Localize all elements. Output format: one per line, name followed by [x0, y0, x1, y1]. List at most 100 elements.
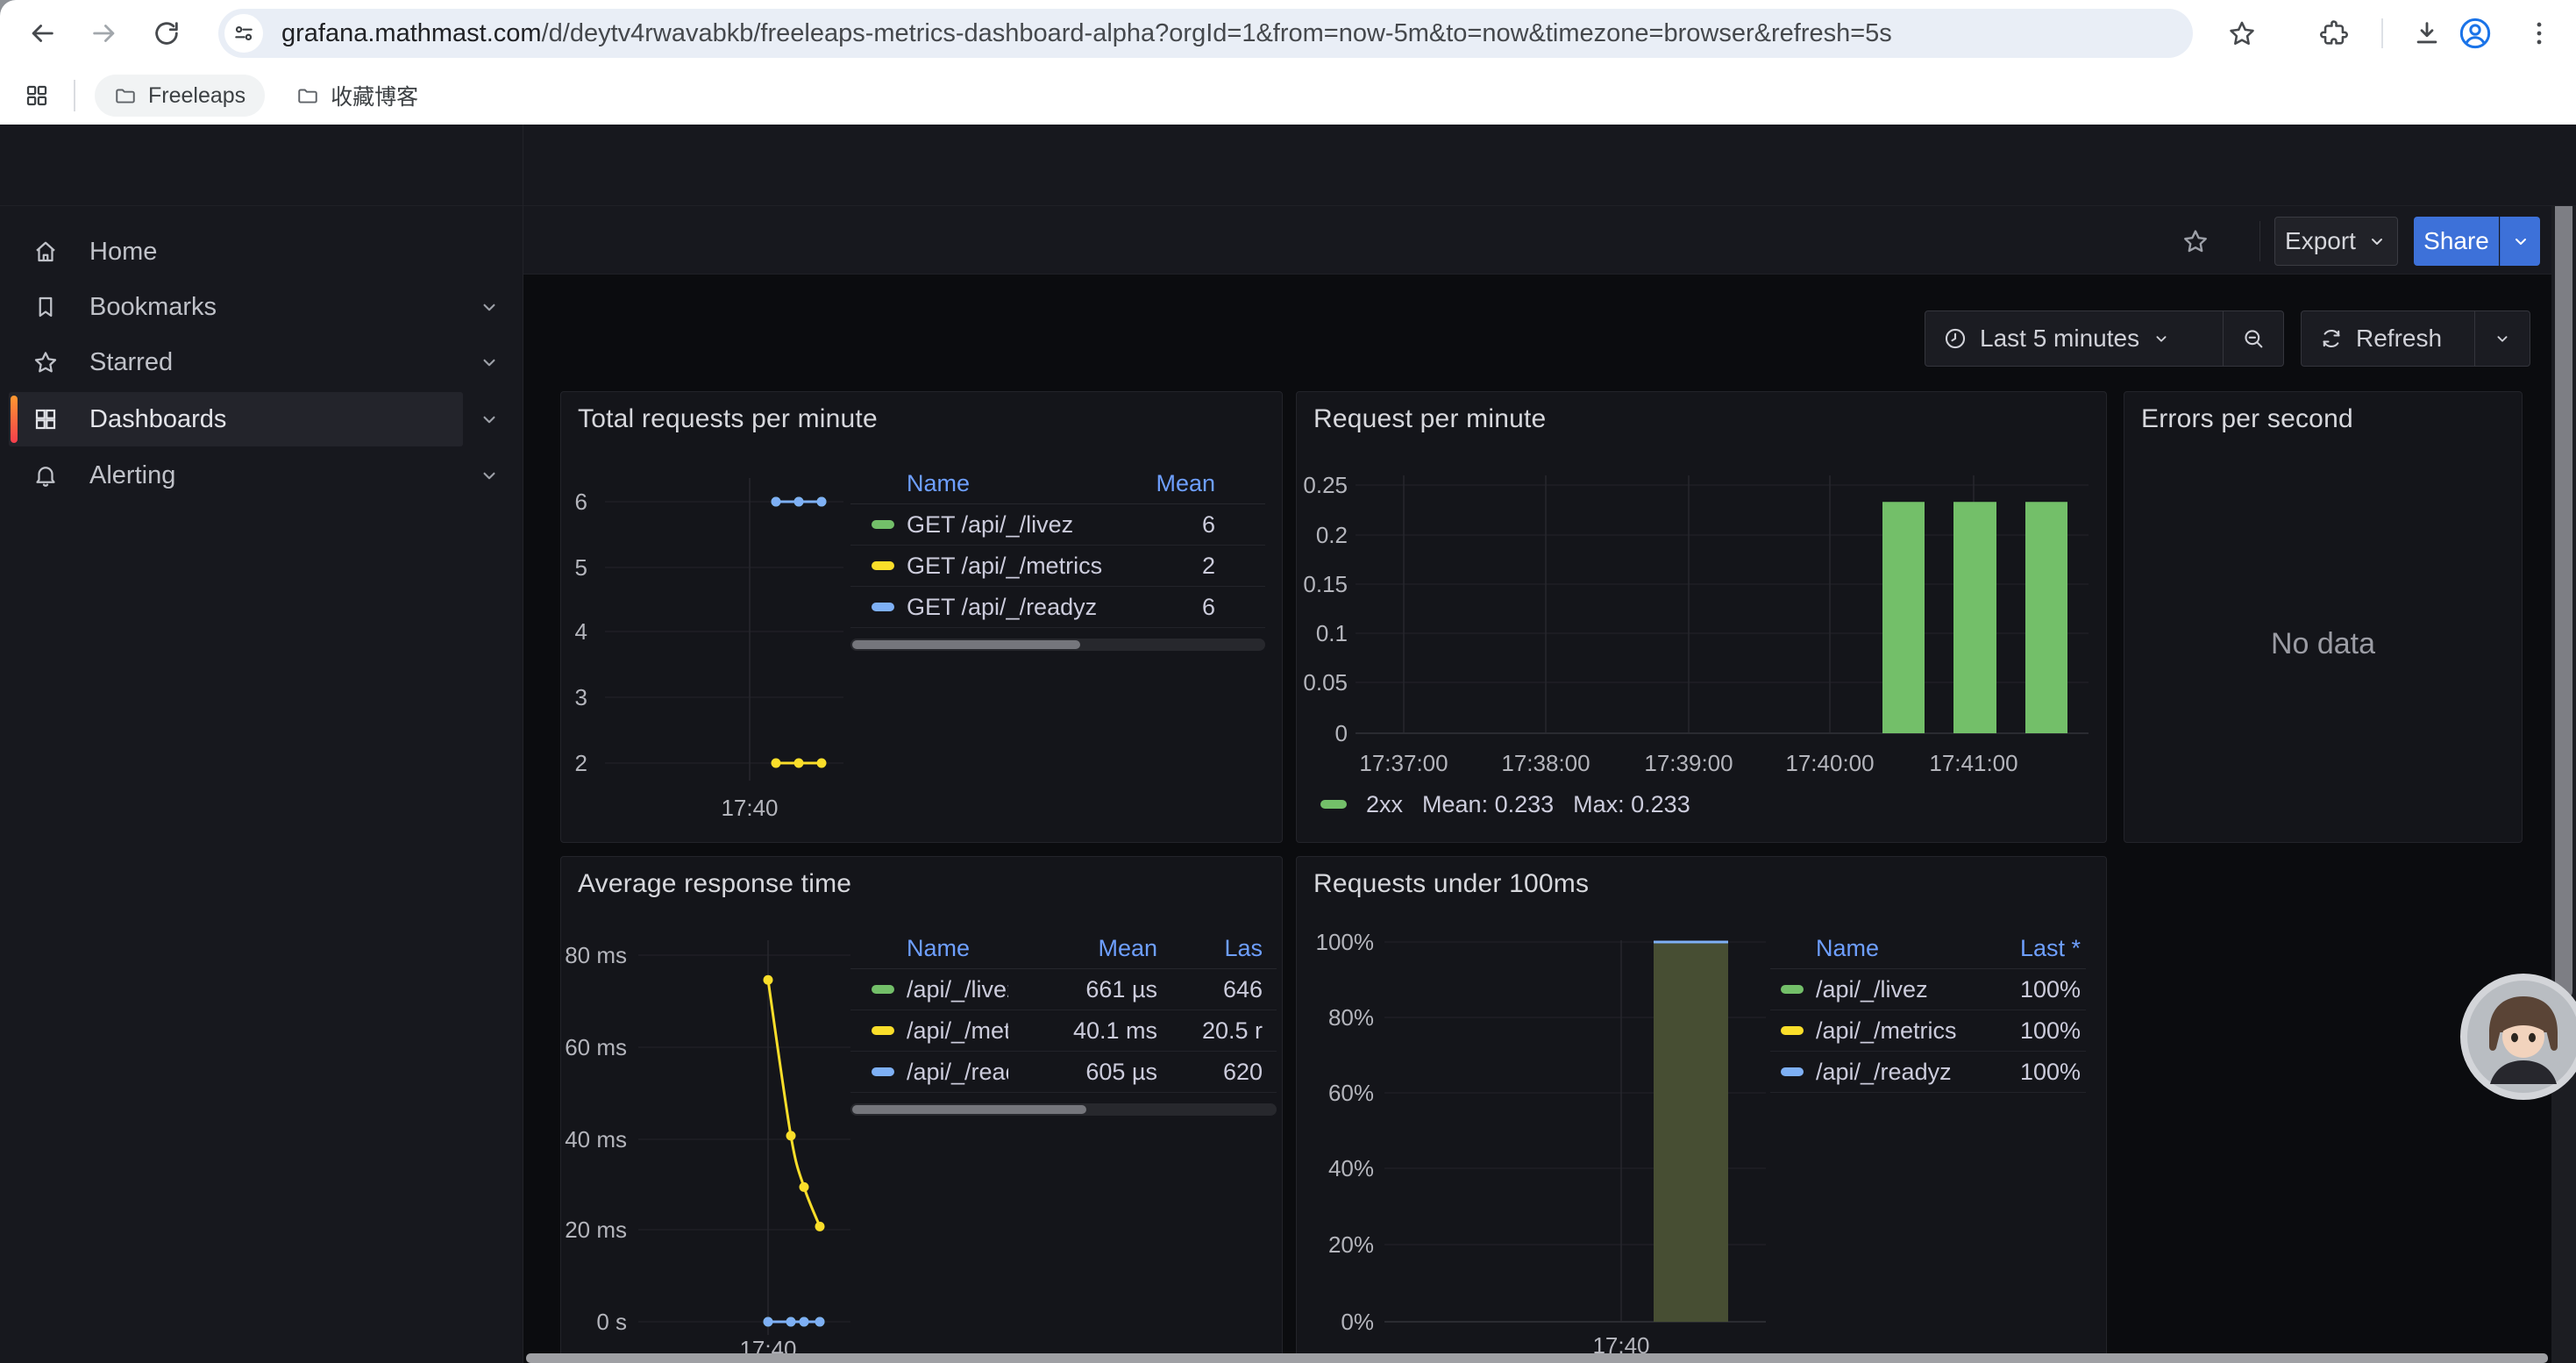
- browser-profile-icon[interactable]: [2457, 15, 2494, 52]
- apps-grid-icon[interactable]: [19, 78, 54, 113]
- series-max: Max: 0.233: [1573, 791, 1690, 818]
- vertical-scrollbar-thumb[interactable]: [2555, 140, 2572, 1000]
- panel-title[interactable]: Errors per second: [2141, 404, 2353, 434]
- series-name[interactable]: /api/_/metrics: [907, 1017, 1008, 1045]
- chevron-down-icon[interactable]: [473, 403, 505, 435]
- series-name[interactable]: 2xx: [1366, 791, 1403, 818]
- legend-column-header[interactable]: Name: [872, 935, 1008, 962]
- sidebar-item-dashboards[interactable]: Dashboards: [9, 392, 463, 446]
- svg-text:40 ms: 40 ms: [565, 1126, 627, 1152]
- site-settings-icon[interactable]: [224, 14, 263, 53]
- panel-requests-under-100ms: Requests under 100ms 100%80%60%40%20%0%1…: [1296, 856, 2107, 1363]
- bookmarks-divider: [74, 80, 75, 111]
- chevron-down-icon[interactable]: [473, 291, 505, 323]
- sidebar-item-alerting[interactable]: Alerting: [9, 448, 463, 503]
- reload-icon[interactable]: [147, 14, 186, 53]
- screen: grafana.mathmast.com/d/deytv4rwavabkb/fr…: [0, 0, 2576, 1363]
- legend-value: 6: [1136, 594, 1215, 621]
- legend-column-header[interactable]: Mean: [1136, 470, 1215, 497]
- favorite-star-icon[interactable]: [2176, 222, 2215, 260]
- legend-row[interactable]: GET /api/_/livez6: [850, 504, 1265, 546]
- legend-value: 100%: [1980, 1059, 2081, 1086]
- svg-text:0: 0: [1335, 720, 1348, 746]
- extensions-icon[interactable]: [2315, 14, 2353, 53]
- series-color-pill: [1781, 985, 1804, 994]
- url-bar[interactable]: grafana.mathmast.com/d/deytv4rwavabkb/fr…: [218, 9, 2193, 58]
- legend-inline[interactable]: 2xx Mean: 0.233 Max: 0.233: [1320, 789, 1690, 820]
- horizontal-scrollbar[interactable]: [526, 1353, 2548, 1363]
- legend-scrollbar-thumb[interactable]: [852, 640, 1080, 649]
- sidebar-item-bookmarks[interactable]: Bookmarks: [9, 280, 463, 334]
- browser-menu-icon[interactable]: [2520, 14, 2558, 53]
- series-name[interactable]: /api/_/livez: [1816, 976, 1928, 1003]
- legend-row[interactable]: /api/_/metrics40.1 ms20.5 r: [850, 1010, 1277, 1052]
- svg-text:0.2: 0.2: [1316, 522, 1348, 548]
- legend-value: 40.1 ms: [1008, 1017, 1157, 1045]
- series-name[interactable]: GET /api/_/livez: [907, 511, 1073, 539]
- subheader-divider: [2259, 221, 2260, 261]
- legend-row[interactable]: GET /api/_/metrics2: [850, 546, 1265, 587]
- series-color-pill: [872, 603, 894, 611]
- svg-text:40%: 40%: [1328, 1155, 1374, 1181]
- svg-text:0.05: 0.05: [1303, 669, 1348, 696]
- export-button[interactable]: Export: [2274, 217, 2398, 266]
- series-name[interactable]: /api/_/metrics: [1816, 1017, 1957, 1045]
- bookmark-item-freeleaps[interactable]: Freeleaps: [95, 75, 265, 117]
- series-name[interactable]: /api/_/livez: [907, 976, 1008, 1003]
- svg-text:4: 4: [575, 618, 587, 645]
- legend-column-header[interactable]: Mean: [1008, 935, 1157, 962]
- bookmark-label: 收藏博客: [331, 80, 418, 111]
- legend-value: 620: [1157, 1059, 1263, 1086]
- legend-table: NameMeanLas/api/_/livez661 µs646/api/_/m…: [850, 929, 1277, 1116]
- legend-scrollbar[interactable]: [850, 1103, 1277, 1116]
- dashboards-grid-icon: [32, 405, 60, 433]
- series-name[interactable]: GET /api/_/readyz: [907, 594, 1097, 621]
- share-menu-button[interactable]: [2500, 217, 2540, 266]
- legend-scrollbar[interactable]: [850, 639, 1265, 651]
- back-icon[interactable]: [23, 14, 61, 53]
- series-color-pill: [1781, 1067, 1804, 1076]
- legend-row[interactable]: /api/_/livez100%: [1770, 969, 2086, 1010]
- time-range-button[interactable]: Last 5 minutes: [1925, 311, 2223, 366]
- panel-request-per-minute: Request per minute 0.250.20.150.10.05017…: [1296, 391, 2107, 843]
- legend-row[interactable]: /api/_/readyz605 µs620: [850, 1052, 1277, 1093]
- series-name[interactable]: /api/_/readyz: [1816, 1059, 1952, 1086]
- svg-text:17:38:00: 17:38:00: [1501, 750, 1590, 776]
- dashboard-subheader: [523, 206, 2576, 275]
- legend-column-header[interactable]: Name: [1781, 935, 1980, 962]
- zoom-out-icon: [2241, 326, 2266, 351]
- series-name[interactable]: GET /api/_/metrics: [907, 553, 1102, 580]
- legend-column-header[interactable]: Name: [872, 470, 1136, 497]
- chevron-down-icon[interactable]: [473, 346, 505, 378]
- share-button[interactable]: Share: [2414, 217, 2499, 266]
- forward-icon[interactable]: [85, 14, 124, 53]
- bookmark-star-icon[interactable]: [2223, 14, 2261, 53]
- svg-text:100%: 100%: [1316, 929, 1375, 955]
- request-per-minute-chart[interactable]: 0.250.20.150.10.05017:37:0017:38:0017:39…: [1297, 392, 2108, 844]
- refresh-icon: [2319, 326, 2344, 351]
- sidebar-item-starred[interactable]: Starred: [9, 335, 463, 389]
- refresh-button[interactable]: Refresh: [2302, 311, 2474, 366]
- refresh-picker: Refresh: [2301, 310, 2530, 367]
- bookmark-item-blog[interactable]: 收藏博客: [277, 75, 438, 117]
- folder-icon: [114, 84, 137, 107]
- series-mean: Mean: 0.233: [1422, 791, 1554, 818]
- legend-scrollbar-thumb[interactable]: [852, 1105, 1086, 1114]
- assistant-avatar-button[interactable]: [2460, 974, 2576, 1100]
- download-icon[interactable]: [2408, 14, 2446, 53]
- toolbar-divider: [2381, 18, 2383, 48]
- legend-row[interactable]: /api/_/metrics100%: [1770, 1010, 2086, 1052]
- legend-column-header[interactable]: Las: [1157, 935, 1263, 962]
- zoom-out-button[interactable]: [2224, 311, 2283, 366]
- legend-row[interactable]: GET /api/_/readyz 6: [850, 587, 1265, 628]
- sidebar-item-home[interactable]: Home: [9, 225, 463, 279]
- series-color-pill: [872, 985, 894, 994]
- legend-column-header[interactable]: Last *: [1980, 935, 2081, 962]
- legend-value: 661 µs: [1008, 976, 1157, 1003]
- refresh-interval-button[interactable]: [2475, 311, 2530, 366]
- chevron-down-icon[interactable]: [473, 460, 505, 491]
- legend-row[interactable]: /api/_/livez661 µs646: [850, 969, 1277, 1010]
- svg-text:0.25: 0.25: [1303, 472, 1348, 498]
- series-name[interactable]: /api/_/readyz: [907, 1059, 1008, 1086]
- legend-row[interactable]: /api/_/readyz 100%: [1770, 1052, 2086, 1093]
